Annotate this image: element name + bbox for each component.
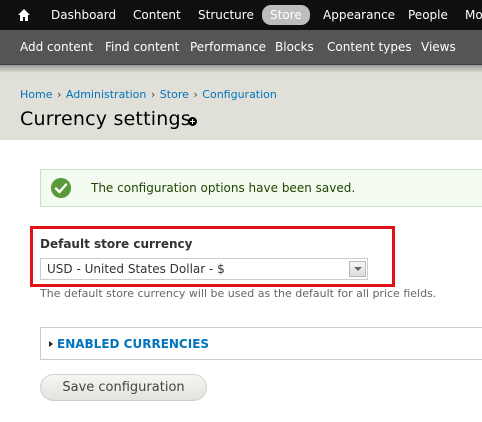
shortcut-performance[interactable]: Performance [190,40,266,55]
toolbar-item-content[interactable]: Content [133,7,181,23]
toolbar-item-structure[interactable]: Structure [198,7,254,23]
toolbar-item-modules[interactable]: Mo [465,7,482,23]
currency-description: The default store currency will be used … [40,287,437,300]
page-title: Currency settings [20,108,191,130]
shortcut-bar: Add content Find content Performance Blo… [0,30,482,65]
breadcrumb-home[interactable]: Home [20,88,52,101]
breadcrumb-configuration[interactable]: Configuration [202,88,277,101]
breadcrumb-administration[interactable]: Administration [66,88,147,101]
breadcrumb: Home › Administration › Store › Configur… [20,88,277,101]
add-shortcut-icon[interactable] [188,117,197,126]
save-configuration-button[interactable]: Save configuration [40,374,207,401]
toolbar-item-appearance[interactable]: Appearance [323,7,395,23]
enabled-currencies-legend[interactable]: ENABLED CURRENCIES [57,337,209,351]
enabled-currencies-fieldset[interactable]: ENABLED CURRENCIES [40,327,482,360]
admin-toolbar: Dashboard Content Structure Store Appear… [0,0,482,30]
shortcut-find-content[interactable]: Find content [105,40,179,55]
breadcrumb-separator: › [150,88,156,101]
toolbar-item-store[interactable]: Store [262,5,310,25]
shortcut-content-types[interactable]: Content types [327,40,412,55]
shortcut-add-content[interactable]: Add content [20,40,93,55]
breadcrumb-separator: › [56,88,62,101]
status-text: The configuration options have been save… [91,181,356,195]
toolbar-item-dashboard[interactable]: Dashboard [51,7,116,23]
checkmark-icon [51,178,71,198]
collapse-arrow-icon[interactable] [49,341,53,347]
breadcrumb-separator: › [193,88,198,101]
toolbar-item-people[interactable]: People [408,7,448,23]
shortcut-blocks[interactable]: Blocks [275,40,314,55]
header-shadow [0,65,482,73]
home-icon[interactable] [17,8,31,22]
status-message: The configuration options have been save… [40,169,482,207]
shortcut-views[interactable]: Views [421,40,456,55]
breadcrumb-store[interactable]: Store [160,88,189,101]
highlight-box [30,226,395,287]
